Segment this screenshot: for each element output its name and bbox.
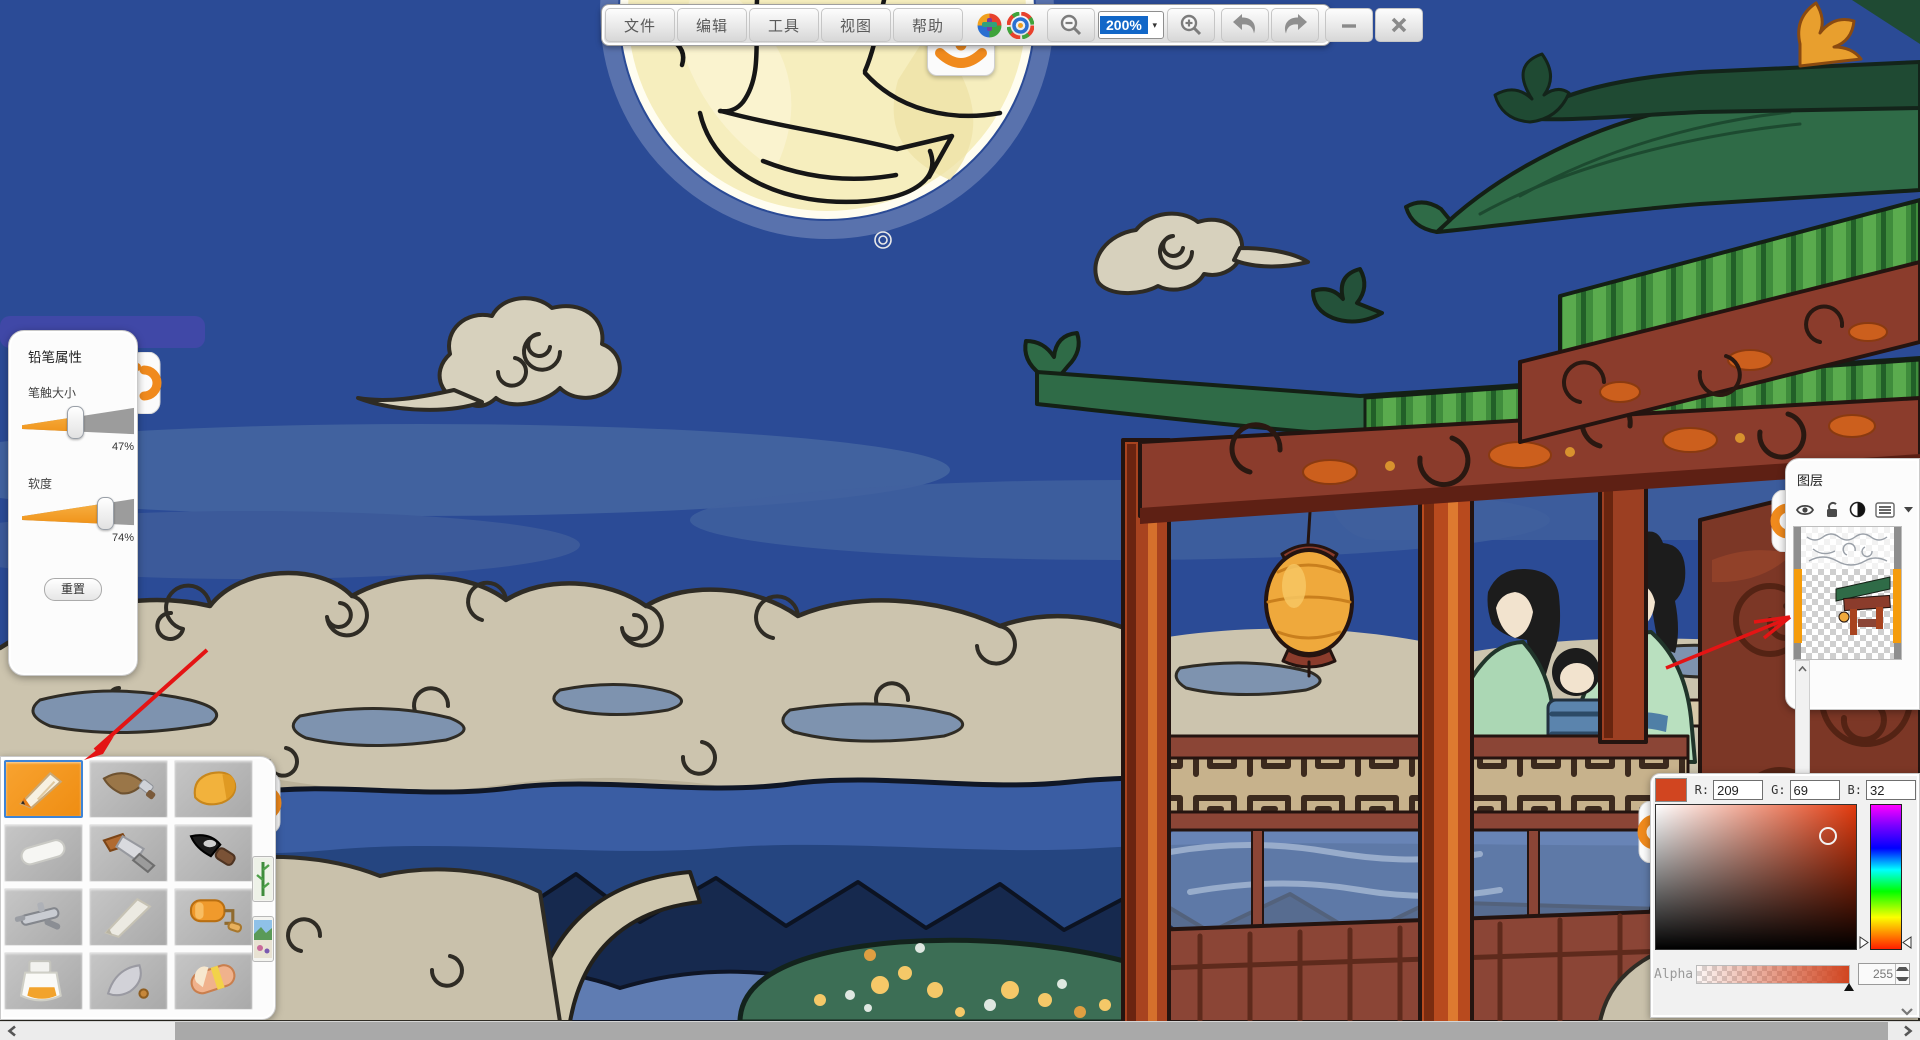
hue-marker-left[interactable]: [1859, 936, 1869, 949]
menu-file[interactable]: 文件: [605, 8, 675, 42]
softness-slider[interactable]: [22, 496, 134, 530]
zoom-out-button[interactable]: [1047, 8, 1095, 42]
alpha-spinner[interactable]: 255: [1858, 963, 1910, 985]
pencil-properties-panel: 铅笔属性 笔触大小 47% 软度 74% 重置: [8, 330, 138, 676]
saturation-value-field[interactable]: [1655, 804, 1857, 950]
zoom-in-button[interactable]: [1167, 8, 1215, 42]
alpha-value: 255: [1859, 964, 1895, 984]
layer-item-sketch[interactable]: [1794, 527, 1901, 569]
sv-cursor-ring[interactable]: [1819, 827, 1837, 845]
mascot-eye-left-icon[interactable]: [976, 12, 1003, 39]
close-button[interactable]: [1375, 8, 1423, 42]
close-icon: [1388, 14, 1410, 36]
r-label: R:: [1695, 783, 1709, 797]
contrast-icon[interactable]: [1849, 501, 1866, 518]
softness-value: 74%: [22, 532, 134, 544]
menu-help[interactable]: 帮助: [893, 8, 963, 42]
tool-chalk[interactable]: [4, 824, 83, 882]
layer-item-selected[interactable]: [1794, 569, 1901, 643]
brush-size-slider[interactable]: [22, 405, 134, 439]
current-color-swatch: [1655, 778, 1687, 802]
tool-paint-roller[interactable]: [174, 888, 253, 946]
alpha-up-icon[interactable]: [1896, 964, 1909, 974]
tool-palette-panel: [0, 756, 276, 1020]
menu-view[interactable]: 视图: [821, 8, 891, 42]
undo-icon: [1231, 12, 1259, 38]
zoom-in-icon: [1179, 13, 1203, 37]
panel-collapse-chevron-icon[interactable]: [1900, 1007, 1914, 1016]
reset-button[interactable]: 重置: [44, 578, 102, 601]
pencil-panel-title: 铅笔属性: [28, 346, 128, 366]
menu-edit[interactable]: 编辑: [677, 8, 747, 42]
layer-item-below[interactable]: [1794, 643, 1901, 659]
zoom-caret-icon[interactable]: ▾: [1148, 20, 1162, 31]
zoom-level-combo[interactable]: 200% ▾: [1098, 11, 1164, 39]
layers-panel: 图层: [1785, 458, 1920, 710]
chevron-left-icon: [7, 1025, 17, 1037]
mascot-eye-right-icon[interactable]: [1007, 12, 1034, 39]
brush-size-value: 47%: [22, 441, 134, 453]
tool-quill-knife[interactable]: [89, 952, 168, 1010]
main-toolbar: 文件 编辑 工具 视图 帮助: [601, 4, 1331, 42]
tool-flat-brush[interactable]: [89, 824, 168, 882]
tool-airbrush[interactable]: [4, 888, 83, 946]
alpha-label: Alpha: [1654, 967, 1696, 982]
tool-eraser[interactable]: [174, 952, 253, 1010]
alpha-thumb[interactable]: [1844, 983, 1854, 991]
hue-bar[interactable]: [1870, 804, 1902, 950]
tool-blending-stump[interactable]: [89, 888, 168, 946]
tool-wooden-brush[interactable]: [89, 760, 168, 818]
layer-list[interactable]: [1793, 526, 1902, 660]
undo-button[interactable]: [1221, 8, 1269, 42]
unlock-icon[interactable]: [1824, 501, 1840, 518]
minimize-icon: [1338, 14, 1360, 36]
softness-label: 软度: [28, 475, 128, 492]
tool-paint-bottle[interactable]: [4, 952, 83, 1010]
tool-pencil[interactable]: [4, 760, 83, 818]
minimize-button[interactable]: [1325, 8, 1373, 42]
zoom-out-icon: [1059, 13, 1083, 37]
g-label: G:: [1771, 783, 1785, 797]
tool-crayon[interactable]: [174, 760, 253, 818]
scroll-left-button[interactable]: [0, 1022, 24, 1040]
scrollbar-thumb[interactable]: [175, 1022, 1888, 1040]
scroll-up-icon[interactable]: [1797, 662, 1808, 676]
brush-size-label: 笔触大小: [28, 384, 128, 401]
alpha-down-icon[interactable]: [1896, 974, 1909, 984]
brush-size-thumb[interactable]: [67, 406, 84, 439]
color-picker-panel: R: G: B: Alpha 255: [1650, 773, 1920, 1018]
b-input[interactable]: [1866, 780, 1916, 800]
app-window: 文件 编辑 工具 视图 帮助: [0, 0, 1920, 1040]
alpha-slider[interactable]: [1696, 965, 1850, 984]
drawing-canvas[interactable]: [0, 0, 1920, 1040]
horizontal-scrollbar[interactable]: [0, 1021, 1920, 1040]
softness-thumb[interactable]: [97, 497, 114, 530]
softness-track: [22, 497, 134, 529]
b-label: B:: [1848, 783, 1862, 797]
redo-icon: [1281, 12, 1309, 38]
hue-marker-right[interactable]: [1902, 936, 1912, 949]
caret-down-icon[interactable]: [1904, 506, 1913, 513]
redo-button[interactable]: [1271, 8, 1319, 42]
layer-thumbnail-pavilion: [1834, 573, 1892, 637]
chevron-right-icon: [1903, 1025, 1913, 1037]
picture-stamp-button[interactable]: [252, 916, 274, 962]
bamboo-stamp-button[interactable]: [252, 856, 274, 902]
visibility-eye-icon[interactable]: [1795, 503, 1815, 517]
layers-panel-title: 图层: [1797, 470, 1914, 489]
tool-ink-brush[interactable]: [174, 824, 253, 882]
g-input[interactable]: [1790, 780, 1840, 800]
layer-list-icon[interactable]: [1875, 502, 1895, 518]
menu-tools[interactable]: 工具: [749, 8, 819, 42]
r-input[interactable]: [1713, 780, 1763, 800]
scroll-right-button[interactable]: [1896, 1022, 1920, 1040]
zoom-level-value: 200%: [1100, 16, 1148, 34]
